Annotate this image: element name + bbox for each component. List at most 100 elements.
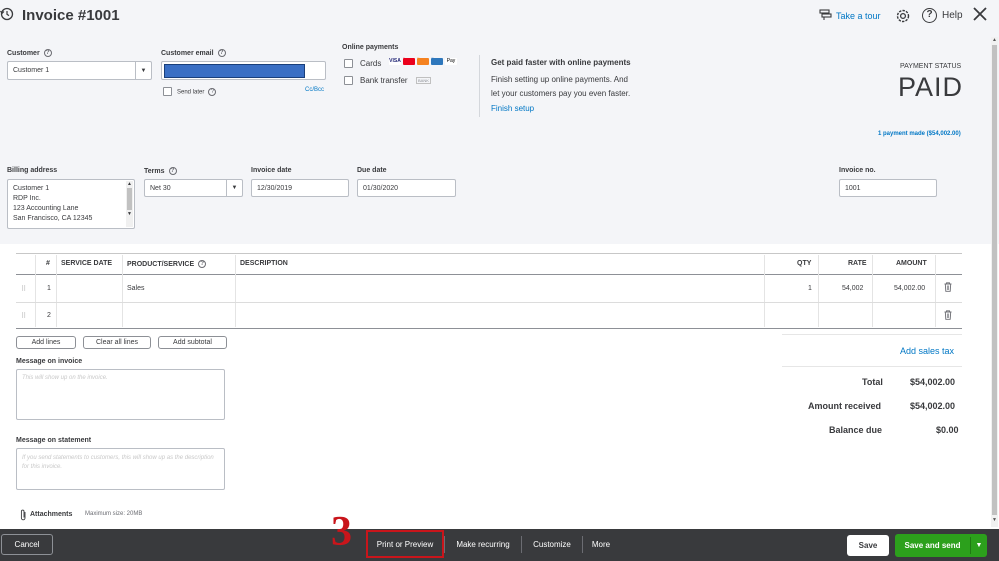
amount-received-label: Amount received <box>808 401 882 411</box>
scroll-thumb[interactable] <box>992 45 997 515</box>
invoice-no-field[interactable]: 1001 <box>839 179 937 197</box>
row-rate[interactable]: 54,002 <box>842 285 863 292</box>
table-row[interactable]: ⠿ 1 Sales 1 54,002 54,002.00 <box>16 275 962 302</box>
scroll-down-icon[interactable]: ▼ <box>991 517 998 523</box>
message-statement-field[interactable]: If you send statements to customers, thi… <box>16 448 225 490</box>
col-header-amount: AMOUNT <box>896 260 927 267</box>
finish-setup-link[interactable]: Finish setup <box>491 104 534 113</box>
billing-address-field[interactable]: Customer 1 RDP Inc. 123 Accounting Lane … <box>7 179 135 229</box>
customer-select[interactable]: Customer 1 ▼ <box>7 61 152 80</box>
chevron-down-icon[interactable]: ▼ <box>971 534 987 557</box>
terms-value: Net 30 <box>150 184 171 192</box>
question-icon[interactable]: ? <box>217 49 226 57</box>
row-product[interactable]: Sales <box>127 285 145 292</box>
invoice-no-value: 1001 <box>845 184 861 192</box>
col-header-rate: RATE <box>848 260 867 267</box>
page-scrollbar[interactable]: ▲ ▼ <box>991 37 998 527</box>
billing-line: 123 Accounting Lane <box>13 205 79 212</box>
footer-divider <box>521 536 522 553</box>
discover-logo: DISC <box>417 58 429 65</box>
due-date-value: 01/30/2020 <box>363 184 399 192</box>
clear-all-lines-button[interactable]: Clear all lines <box>83 336 151 349</box>
drag-handle-icon[interactable]: ⠿ <box>21 312 26 320</box>
table-top-rule <box>16 253 962 254</box>
col-header-qty: QTY <box>797 260 812 267</box>
gear-icon[interactable] <box>895 8 911 24</box>
bank-transfer-label: Bank transfer <box>360 76 408 85</box>
col-header-num: # <box>46 260 50 267</box>
cancel-button[interactable]: Cancel <box>1 534 53 555</box>
message-statement-placeholder: If you send statements to customers, thi… <box>22 455 214 470</box>
row-num: 2 <box>47 312 51 319</box>
send-later-checkbox[interactable] <box>163 87 172 96</box>
scroll-up-icon[interactable]: ▲ <box>126 181 133 187</box>
question-icon[interactable]: ? <box>198 260 207 268</box>
trash-icon[interactable] <box>944 282 952 294</box>
customize-button[interactable]: Customize <box>526 534 578 555</box>
table-row[interactable]: ⠿ 2 <box>16 303 962 328</box>
cards-checkbox[interactable] <box>344 59 353 68</box>
save-and-send-button[interactable]: Save and send ▼ <box>895 534 987 557</box>
bank-transfer-checkbox[interactable] <box>344 76 353 85</box>
paperclip-icon[interactable] <box>20 509 27 521</box>
print-preview-button[interactable]: Print or Preview <box>366 530 444 558</box>
tour-icon[interactable] <box>819 9 832 21</box>
payments-made-link[interactable]: 1 payment made ($54,002.00) <box>878 131 961 137</box>
scroll-down-icon[interactable]: ▼ <box>126 211 133 217</box>
scroll-thumb[interactable] <box>127 188 132 210</box>
cards-label: Cards <box>360 59 382 68</box>
question-icon[interactable]: ? <box>168 167 177 175</box>
recent-transactions-icon[interactable] <box>0 7 14 21</box>
balance-due-value: $0.00 <box>936 425 959 435</box>
promo-title: Get paid faster with online payments <box>491 58 631 67</box>
scroll-up-icon[interactable]: ▲ <box>991 37 998 43</box>
chevron-down-icon[interactable]: ▼ <box>226 180 242 196</box>
row-qty[interactable]: 1 <box>808 285 812 292</box>
message-invoice-placeholder: This will show up on the invoice. <box>22 375 108 381</box>
more-button[interactable]: More <box>586 534 616 555</box>
billing-address-label: Billing address <box>7 167 58 174</box>
add-sales-tax-link[interactable]: Add sales tax <box>900 346 954 356</box>
make-recurring-button[interactable]: Make recurring <box>448 534 518 555</box>
trash-icon[interactable] <box>944 310 952 322</box>
take-tour-link[interactable]: Take a tour <box>836 11 881 21</box>
chevron-down-icon[interactable]: ▼ <box>135 62 151 79</box>
add-lines-button[interactable]: Add lines <box>16 336 76 349</box>
billing-scrollbar[interactable]: ▲ ▼ <box>126 181 133 227</box>
row-amount[interactable]: 54,002.00 <box>894 285 925 292</box>
billing-line: Customer 1 <box>13 185 50 192</box>
online-payments-label: Online payments <box>342 44 399 51</box>
due-date-field[interactable]: 01/30/2020 <box>357 179 456 197</box>
save-and-send-label[interactable]: Save and send <box>895 534 970 557</box>
total-label: Total <box>862 377 883 387</box>
question-icon[interactable]: ? <box>208 88 217 96</box>
amex-logo: AMEX <box>431 58 443 65</box>
drag-handle-icon[interactable]: ⠿ <box>21 285 26 293</box>
row-num: 1 <box>47 285 51 292</box>
customer-label: Customer? <box>7 49 52 57</box>
save-button[interactable]: Save <box>847 535 889 556</box>
help-link[interactable]: Help <box>942 10 963 21</box>
email-field[interactable] <box>161 61 326 80</box>
redacted-email <box>164 64 305 78</box>
help-icon[interactable]: ? <box>922 8 937 23</box>
add-subtotal-button[interactable]: Add subtotal <box>158 336 227 349</box>
terms-select[interactable]: Net 30 ▼ <box>144 179 243 197</box>
question-icon[interactable]: ? <box>43 49 52 57</box>
total-value: $54,002.00 <box>910 377 956 387</box>
promo-line-1: Finish setting up online payments. And <box>491 75 628 84</box>
footer-bar: Cancel Print or Preview Make recurring C… <box>0 529 999 561</box>
promo-line-2: let your customers pay you even faster. <box>491 89 631 98</box>
page-title: Invoice #1001 <box>22 7 120 24</box>
message-invoice-field[interactable]: This will show up on the invoice. <box>16 369 225 420</box>
customer-value: Customer 1 <box>13 67 50 74</box>
footer-divider <box>444 536 445 553</box>
divider <box>479 55 480 117</box>
cc-bcc-link[interactable]: Cc/Bcc <box>305 87 324 93</box>
payment-status-label: PAYMENT STATUS <box>900 63 962 70</box>
close-icon[interactable] <box>972 6 988 22</box>
attachments-label: Attachments <box>30 511 73 518</box>
terms-label: Terms? <box>144 167 177 175</box>
send-later-label: Send later? <box>177 88 217 96</box>
invoice-date-field[interactable]: 12/30/2019 <box>251 179 349 197</box>
